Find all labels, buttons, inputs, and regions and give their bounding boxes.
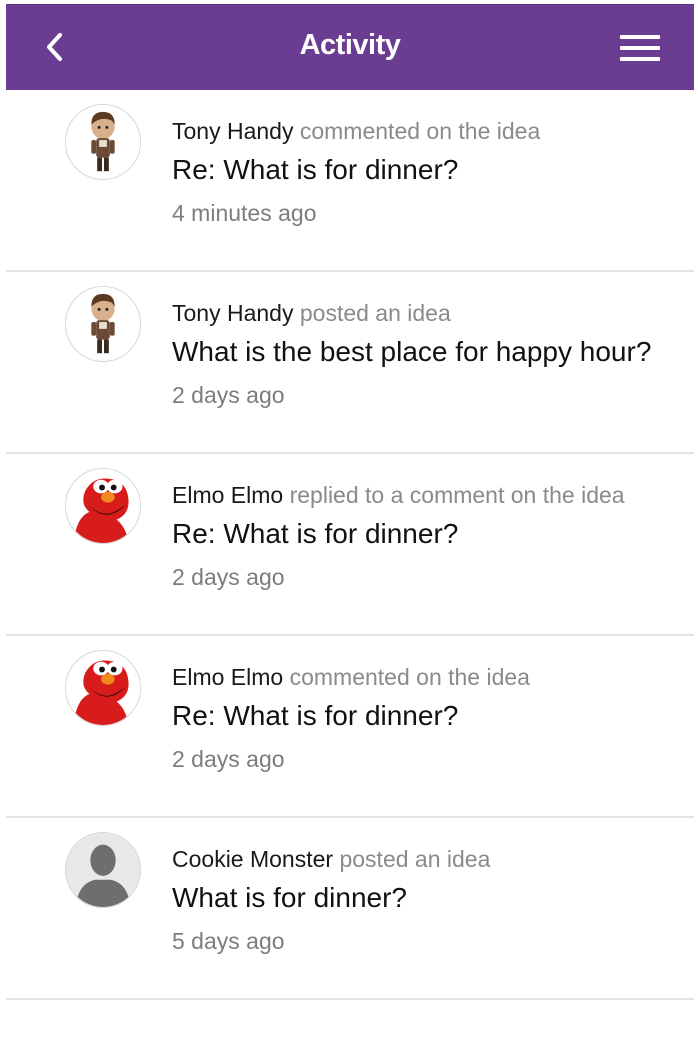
activity-summary: Tony Handy posted an idea xyxy=(172,298,684,328)
actor-name[interactable]: Tony Handy xyxy=(172,118,293,144)
app-frame: Activity Tony Handy commented on the ide… xyxy=(0,0,698,1064)
hamburger-menu-icon xyxy=(620,35,660,39)
activity-time: 2 days ago xyxy=(172,382,285,408)
action-text: posted an idea xyxy=(339,846,491,872)
activity-item[interactable]: Cookie Monster posted an idea What is fo… xyxy=(6,818,694,1000)
menu-button[interactable] xyxy=(618,31,664,67)
activity-subject[interactable]: Re: What is for dinner? xyxy=(172,516,684,552)
action-text: posted an idea xyxy=(299,300,451,326)
activity-subject[interactable]: What is the best place for happy hour? xyxy=(172,334,684,370)
activity-time: 5 days ago xyxy=(172,928,285,954)
activity-time: 4 minutes ago xyxy=(172,200,317,226)
tony-avatar-icon xyxy=(66,105,140,179)
activity-text: Elmo Elmo commented on the idea Re: What… xyxy=(172,662,684,774)
default-person-avatar-icon xyxy=(66,833,140,907)
avatar xyxy=(65,286,141,362)
hamburger-menu-icon xyxy=(620,57,660,61)
activity-feed: Tony Handy commented on the idea Re: Wha… xyxy=(6,90,694,1064)
activity-text: Tony Handy posted an idea What is the be… xyxy=(172,298,684,410)
activity-text: Tony Handy commented on the idea Re: Wha… xyxy=(172,116,684,228)
activity-text: Cookie Monster posted an idea What is fo… xyxy=(172,844,684,956)
hamburger-menu-icon xyxy=(620,46,660,50)
activity-subject[interactable]: What is for dinner? xyxy=(172,880,684,916)
activity-time: 2 days ago xyxy=(172,746,285,772)
activity-summary: Cookie Monster posted an idea xyxy=(172,844,684,874)
activity-subject[interactable]: Re: What is for dinner? xyxy=(172,698,684,734)
activity-item[interactable]: Tony Handy posted an idea What is the be… xyxy=(6,272,694,454)
activity-text: Elmo Elmo replied to a comment on the id… xyxy=(172,480,684,592)
activity-summary: Elmo Elmo commented on the idea xyxy=(172,662,684,692)
actor-name[interactable]: Elmo Elmo xyxy=(172,664,283,690)
actor-name[interactable]: Cookie Monster xyxy=(172,846,333,872)
back-button[interactable] xyxy=(36,27,76,67)
action-text: commented on the idea xyxy=(289,664,530,690)
elmo-avatar-icon xyxy=(66,469,140,543)
avatar xyxy=(65,832,141,908)
avatar xyxy=(65,468,141,544)
activity-time: 2 days ago xyxy=(172,564,285,590)
actor-name[interactable]: Tony Handy xyxy=(172,300,293,326)
activity-subject[interactable]: Re: What is for dinner? xyxy=(172,152,684,188)
activity-item[interactable]: Elmo Elmo replied to a comment on the id… xyxy=(6,454,694,636)
activity-item[interactable]: Tony Handy commented on the idea Re: Wha… xyxy=(6,90,694,272)
page-title: Activity xyxy=(299,29,401,61)
activity-summary: Elmo Elmo replied to a comment on the id… xyxy=(172,480,684,510)
elmo-avatar-icon xyxy=(66,651,140,725)
avatar xyxy=(65,650,141,726)
activity-item[interactable]: Elmo Elmo commented on the idea Re: What… xyxy=(6,636,694,818)
action-text: commented on the idea xyxy=(299,118,541,144)
activity-summary: Tony Handy commented on the idea xyxy=(172,116,684,146)
tony-avatar-icon xyxy=(66,287,140,361)
actor-name[interactable]: Elmo Elmo xyxy=(172,482,283,508)
action-text: replied to a comment on the idea xyxy=(289,482,625,508)
chevron-left-icon xyxy=(47,33,62,61)
header-bar: Activity xyxy=(6,4,694,90)
avatar xyxy=(65,104,141,180)
